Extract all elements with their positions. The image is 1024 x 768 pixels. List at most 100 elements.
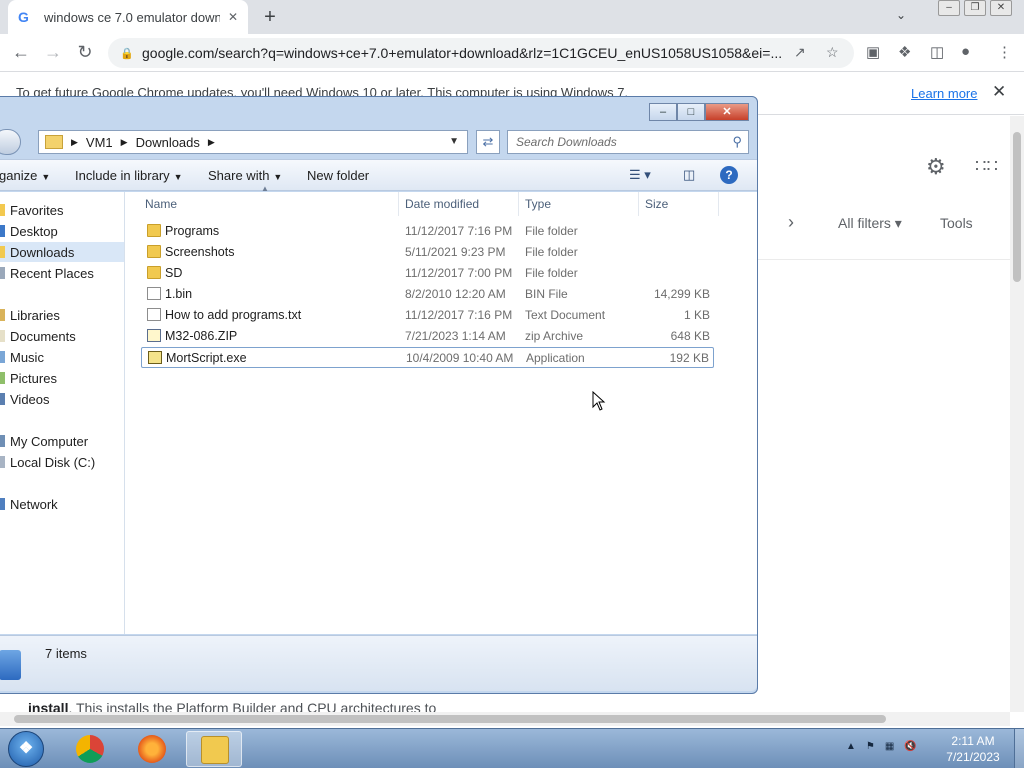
explorer-address-bar[interactable]: ▶ VM1 ▶ Downloads ▶ ▼ (38, 130, 468, 154)
nav-libraries[interactable]: Libraries (0, 305, 124, 325)
file-row[interactable]: Programs 11/12/2017 7:16 PM File folder (141, 221, 714, 242)
chrome-minimize-button[interactable]: – (938, 0, 960, 16)
nav-label: Favorites (10, 202, 64, 218)
nav-network[interactable]: Network (0, 494, 124, 514)
new-tab-button[interactable]: + (258, 5, 282, 29)
network-status-icon[interactable]: ▦ (885, 741, 894, 752)
chrome-restore-button[interactable]: ❐ (964, 0, 986, 16)
settings-gear-icon[interactable]: ⚙ (926, 154, 946, 180)
breadcrumb-arrow-icon[interactable]: ▶ (71, 137, 78, 148)
refresh-icon[interactable]: ⇄ (476, 130, 500, 154)
file-row[interactable]: MortScript.exe 10/4/2009 10:40 AM Applicat… (141, 347, 714, 368)
taskbar-clock[interactable]: 2:11 AM 7/21/2023 (940, 733, 1006, 765)
file-row[interactable]: 1.bin 8/2/2010 12:20 AM BIN File 14,299 KB (141, 284, 714, 305)
menu-kebab-icon[interactable]: ⋮ (997, 43, 1012, 61)
column-header-size[interactable]: Size (639, 192, 719, 216)
search-icon[interactable]: ⚲ (732, 134, 742, 150)
downloads-folder-icon (0, 246, 5, 258)
nav-desktop[interactable]: Desktop (0, 221, 124, 241)
action-center-flag-icon[interactable]: ⚑ (866, 741, 875, 752)
computer-icon (0, 435, 5, 447)
start-button[interactable]: ❖ (8, 731, 44, 767)
file-name: M32-086.ZIP (165, 329, 238, 343)
page-horizontal-scrollbar[interactable] (0, 712, 1010, 726)
explorer-minimize-button[interactable]: – (649, 103, 677, 121)
nav-local-disk[interactable]: Local Disk (C:) (0, 452, 124, 472)
explorer-close-button[interactable]: ✕ (705, 103, 749, 121)
videos-icon (0, 393, 5, 405)
tools-button[interactable]: Tools (940, 215, 973, 231)
taskbar-firefox[interactable] (124, 731, 180, 767)
vertical-scroll-thumb[interactable] (1013, 132, 1021, 282)
nav-pictures[interactable]: Pictures (0, 368, 124, 388)
file-row[interactable]: M32-086.ZIP 7/21/2023 1:14 AM zip Archive 6… (141, 326, 714, 347)
share-icon[interactable]: ↗ (794, 44, 806, 61)
explorer-search-input[interactable]: Search Downloads ⚲ (507, 130, 749, 154)
breadcrumb-vm1[interactable]: VM1 (86, 135, 113, 150)
item-count: 7 items (45, 646, 87, 661)
forward-arrow-icon[interactable]: → (42, 42, 64, 63)
extension-icon[interactable]: ▣ (866, 43, 880, 61)
clock-date: 7/21/2023 (946, 750, 1000, 764)
chrome-window-controls: – ❐ ✕ (938, 0, 1012, 16)
breadcrumb-arrow-icon[interactable]: ▶ (121, 137, 128, 148)
file-size: 1 KB (683, 308, 710, 322)
chrome-close-button[interactable]: ✕ (990, 0, 1012, 16)
file-type: Application (526, 351, 585, 365)
nav-my-computer[interactable]: My Computer (0, 431, 124, 451)
file-date: 5/11/2021 9:23 PM (405, 245, 506, 259)
file-row[interactable]: SD 11/12/2017 7:00 PM File folder (141, 263, 714, 284)
bookmark-star-icon[interactable]: ☆ (826, 44, 839, 61)
details-pane: 7 items (0, 635, 757, 691)
chrome-app-icon (76, 735, 104, 763)
learn-more-link[interactable]: Learn more (911, 86, 977, 101)
column-header-name[interactable]: Name (139, 192, 399, 216)
all-filters-button[interactable]: All filters ▾ (838, 215, 902, 232)
puzzle-extensions-icon[interactable]: ❖ (898, 43, 911, 61)
column-header-date[interactable]: Date modified (399, 192, 519, 216)
file-row[interactable]: How to add programs.txt 11/12/2017 7:16 P… (141, 305, 714, 326)
column-header-type[interactable]: Type (519, 192, 639, 216)
back-arrow-icon[interactable]: ← (10, 42, 32, 63)
nav-videos[interactable]: Videos (0, 389, 124, 409)
address-bar[interactable]: 🔒 google.com/search?q=windows+ce+7.0+emu… (108, 38, 854, 68)
include-in-library-button[interactable]: Include in library ▼ (75, 168, 183, 183)
view-options-icon[interactable]: ☰ ▾ (629, 167, 651, 183)
tab-search-chevron-icon[interactable]: ⌄ (896, 8, 906, 22)
organize-button[interactable]: ganize ▼ (0, 168, 50, 183)
show-hidden-icons-icon[interactable]: ▲ (846, 741, 856, 752)
explorer-maximize-button[interactable]: □ (677, 103, 705, 121)
explorer-back-button[interactable] (0, 129, 21, 155)
taskbar-chrome[interactable] (62, 731, 118, 767)
side-panel-icon[interactable]: ◫ (930, 43, 944, 61)
help-icon[interactable]: ? (720, 166, 738, 184)
breadcrumb-arrow-icon[interactable]: ▶ (208, 137, 215, 148)
profile-avatar-icon[interactable]: ● (961, 43, 970, 60)
breadcrumb-downloads[interactable]: Downloads (136, 135, 200, 150)
browser-tab[interactable]: G windows ce 7.0 emulator downlo ✕ (8, 0, 248, 34)
show-desktop-button[interactable] (1014, 729, 1024, 768)
nav-downloads[interactable]: Downloads (0, 242, 124, 262)
nav-label: Local Disk (C:) (10, 454, 96, 470)
chevron-right-icon[interactable]: › (788, 212, 794, 233)
tab-close-icon[interactable]: ✕ (228, 10, 238, 24)
volume-muted-icon[interactable]: 🔇 (904, 741, 916, 752)
infobar-close-icon[interactable]: ✕ (992, 82, 1006, 102)
address-dropdown-icon[interactable]: ▼ (449, 136, 459, 147)
nav-favorites[interactable]: Favorites (0, 200, 124, 220)
share-with-button[interactable]: Share with ▼ (208, 168, 282, 183)
nav-documents[interactable]: Documents (0, 326, 124, 346)
nav-label: Network (10, 496, 58, 512)
horizontal-scroll-thumb[interactable] (14, 715, 886, 723)
taskbar-explorer[interactable] (186, 731, 242, 767)
nav-recent-places[interactable]: Recent Places (0, 263, 124, 283)
google-apps-grid-icon[interactable]: ∷∷ (975, 156, 998, 177)
file-size: 14,299 KB (653, 287, 710, 301)
mouse-cursor-icon (592, 391, 606, 411)
preview-pane-icon[interactable]: ◫ (683, 167, 695, 183)
page-vertical-scrollbar[interactable] (1010, 116, 1024, 712)
nav-music[interactable]: Music (0, 347, 124, 367)
file-row[interactable]: Screenshots 5/11/2021 9:23 PM File folder (141, 242, 714, 263)
new-folder-button[interactable]: New folder (307, 168, 369, 183)
reload-icon[interactable]: ↻ (74, 42, 96, 63)
